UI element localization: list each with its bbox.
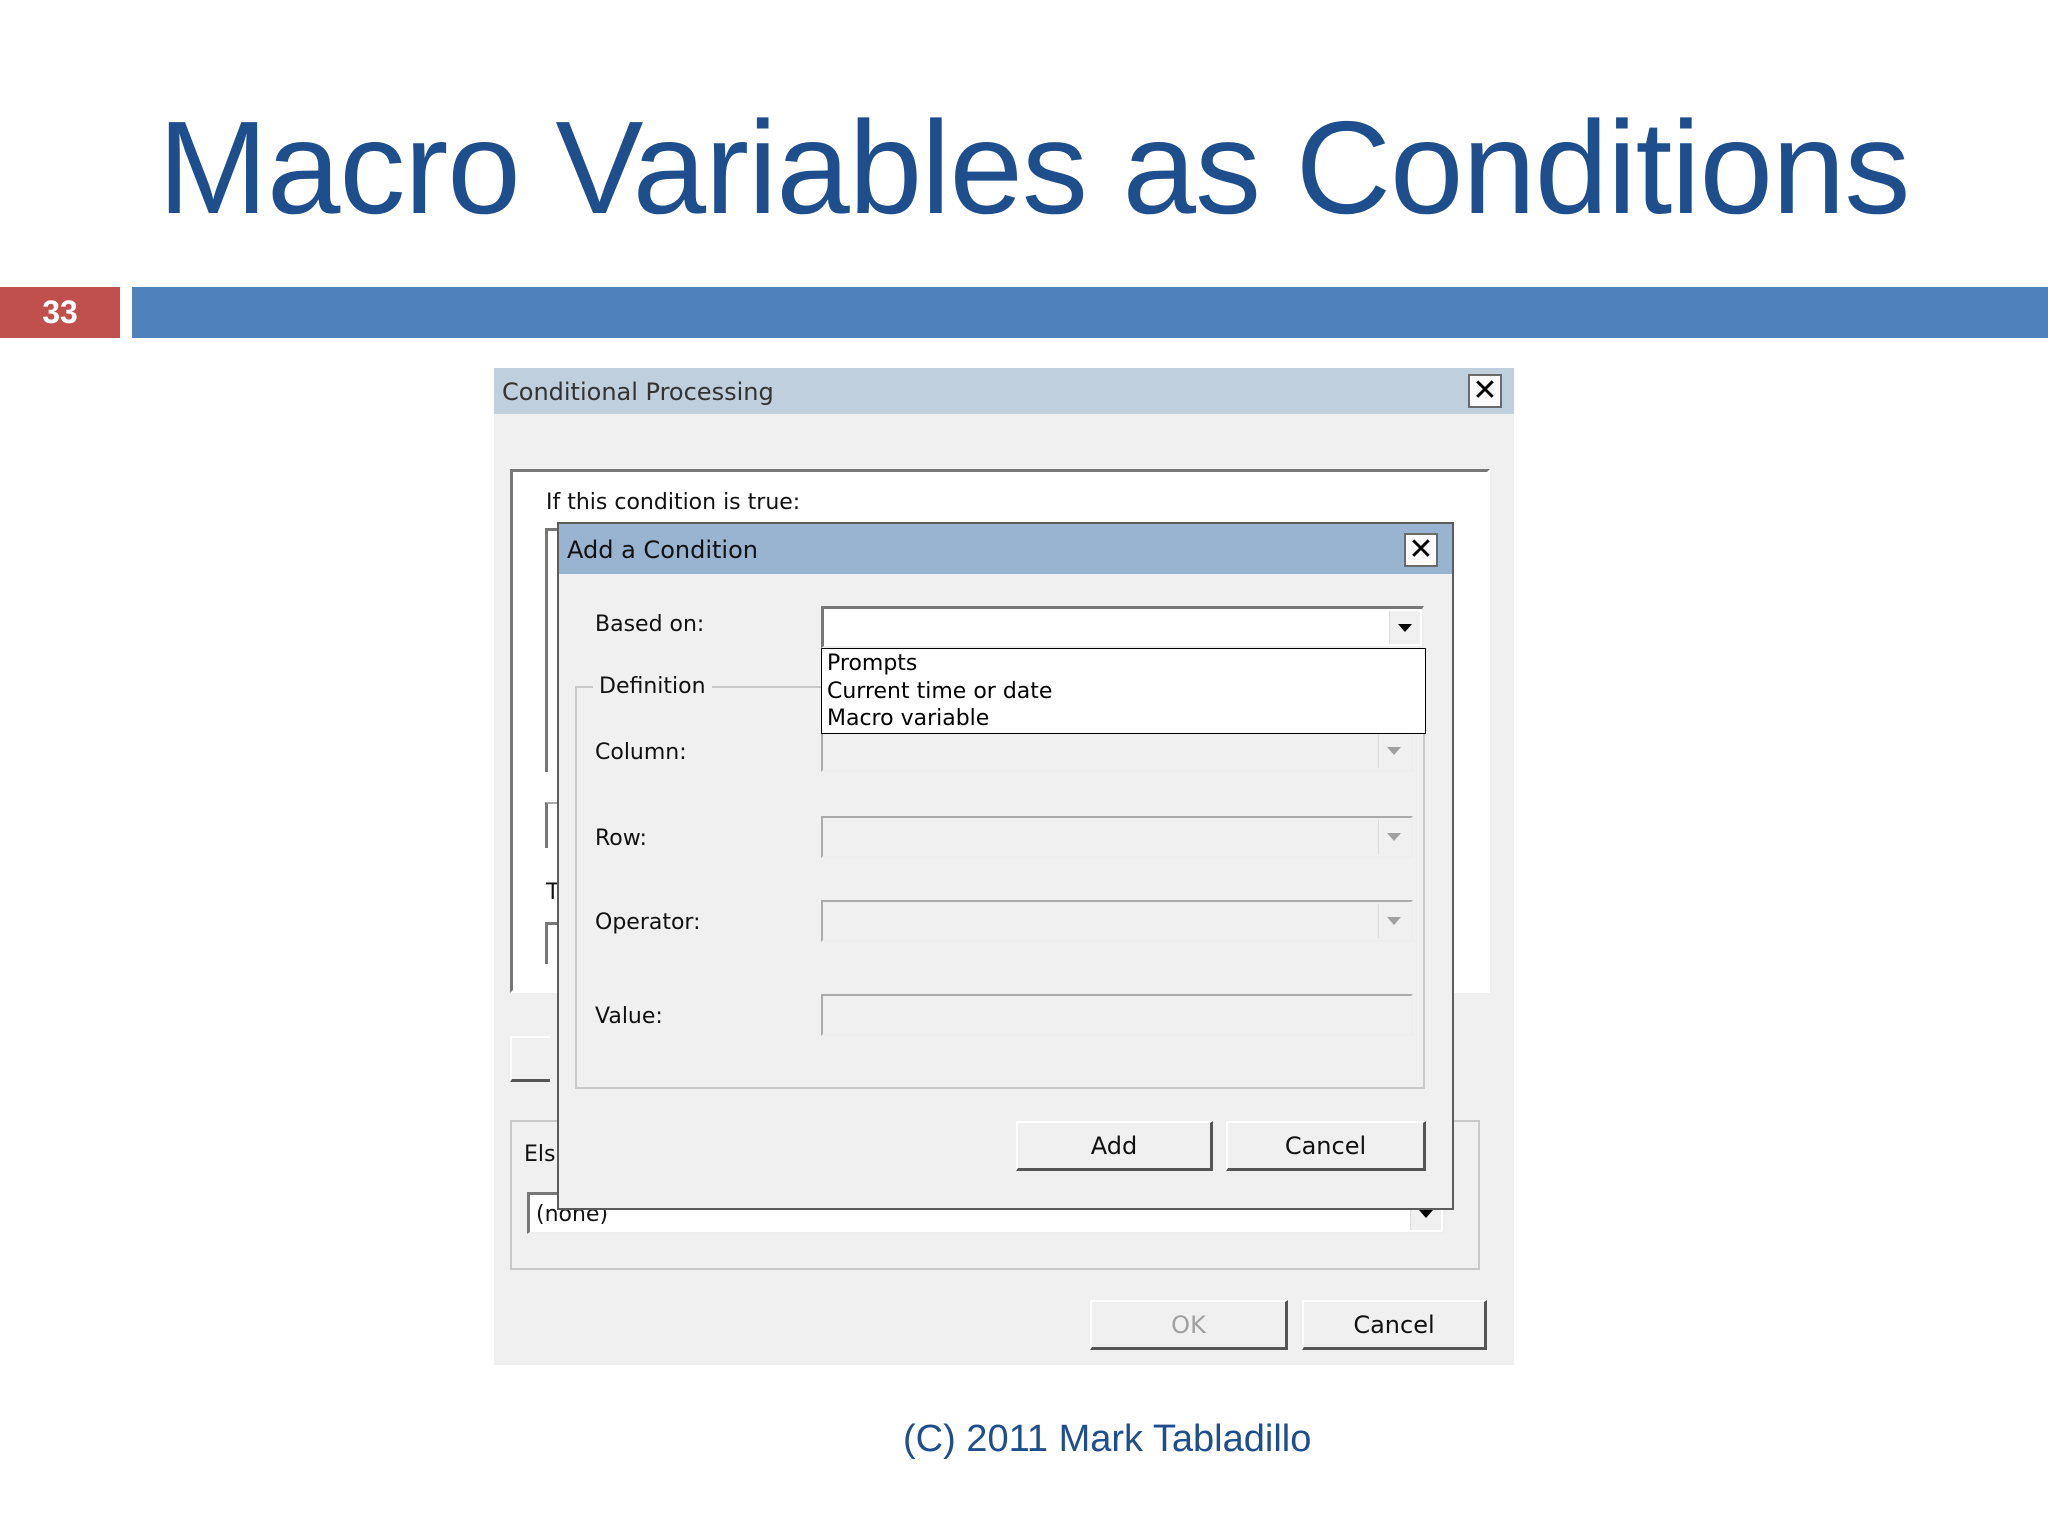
add-condition-dialog: Add a Condition ✕ Based on: Prompts Curr… [557, 522, 1454, 1210]
condition-edit-button[interactable] [545, 802, 557, 848]
based-on-label: Based on: [595, 612, 705, 637]
dropdown-option-current-time[interactable]: Current time or date [827, 679, 1052, 704]
definition-group: Definition Column: Row: Operator: Value: [575, 674, 1425, 1089]
add-button[interactable]: Add [1016, 1121, 1213, 1171]
row-label: Row: [595, 826, 647, 851]
inner-cancel-button[interactable]: Cancel [1226, 1121, 1426, 1171]
slide-title: Macro Variables as Conditions [158, 94, 1910, 241]
dropdown-option-prompts[interactable]: Prompts [827, 651, 917, 676]
outer-close-button[interactable]: ✕ [1468, 374, 1502, 408]
then-combo[interactable] [545, 922, 557, 964]
title-accent-bar [132, 287, 2048, 338]
else-label: Els [524, 1142, 556, 1167]
based-on-combo[interactable] [821, 606, 1424, 648]
condition-list-box[interactable] [545, 528, 557, 772]
chevron-down-icon[interactable] [1378, 820, 1409, 854]
close-icon: ✕ [1472, 373, 1498, 408]
inner-dialog-titlebar[interactable]: Add a Condition ✕ [559, 524, 1452, 574]
close-icon: ✕ [1408, 532, 1434, 567]
inner-dialog-title: Add a Condition [567, 536, 758, 564]
inner-close-button[interactable]: ✕ [1404, 533, 1438, 567]
outer-cancel-button[interactable]: Cancel [1302, 1300, 1487, 1350]
value-label: Value: [595, 1004, 663, 1029]
definition-group-label: Definition [593, 674, 712, 699]
column-label: Column: [595, 740, 687, 765]
chevron-down-icon[interactable] [1378, 904, 1409, 938]
condition-label: If this condition is true: [546, 490, 801, 515]
value-field[interactable] [821, 994, 1413, 1036]
chevron-down-icon[interactable] [1378, 734, 1409, 768]
outer-dialog-title: Conditional Processing [502, 378, 774, 406]
outer-action-button[interactable] [510, 1036, 550, 1082]
slide-footer: (C) 2011 Mark Tabladillo [903, 1418, 1312, 1460]
based-on-dropdown-list: Prompts Current time or date Macro varia… [821, 648, 1426, 734]
outer-dialog-titlebar[interactable]: Conditional Processing ✕ [494, 368, 1514, 414]
row-combo[interactable] [821, 816, 1413, 858]
chevron-down-icon[interactable] [1389, 611, 1420, 644]
page-number-badge: 33 [0, 287, 120, 338]
dropdown-option-macro-variable[interactable]: Macro variable [827, 706, 989, 731]
column-combo[interactable] [821, 730, 1413, 772]
operator-label: Operator: [595, 910, 701, 935]
operator-combo[interactable] [821, 900, 1413, 942]
ok-button[interactable]: OK [1090, 1300, 1288, 1350]
